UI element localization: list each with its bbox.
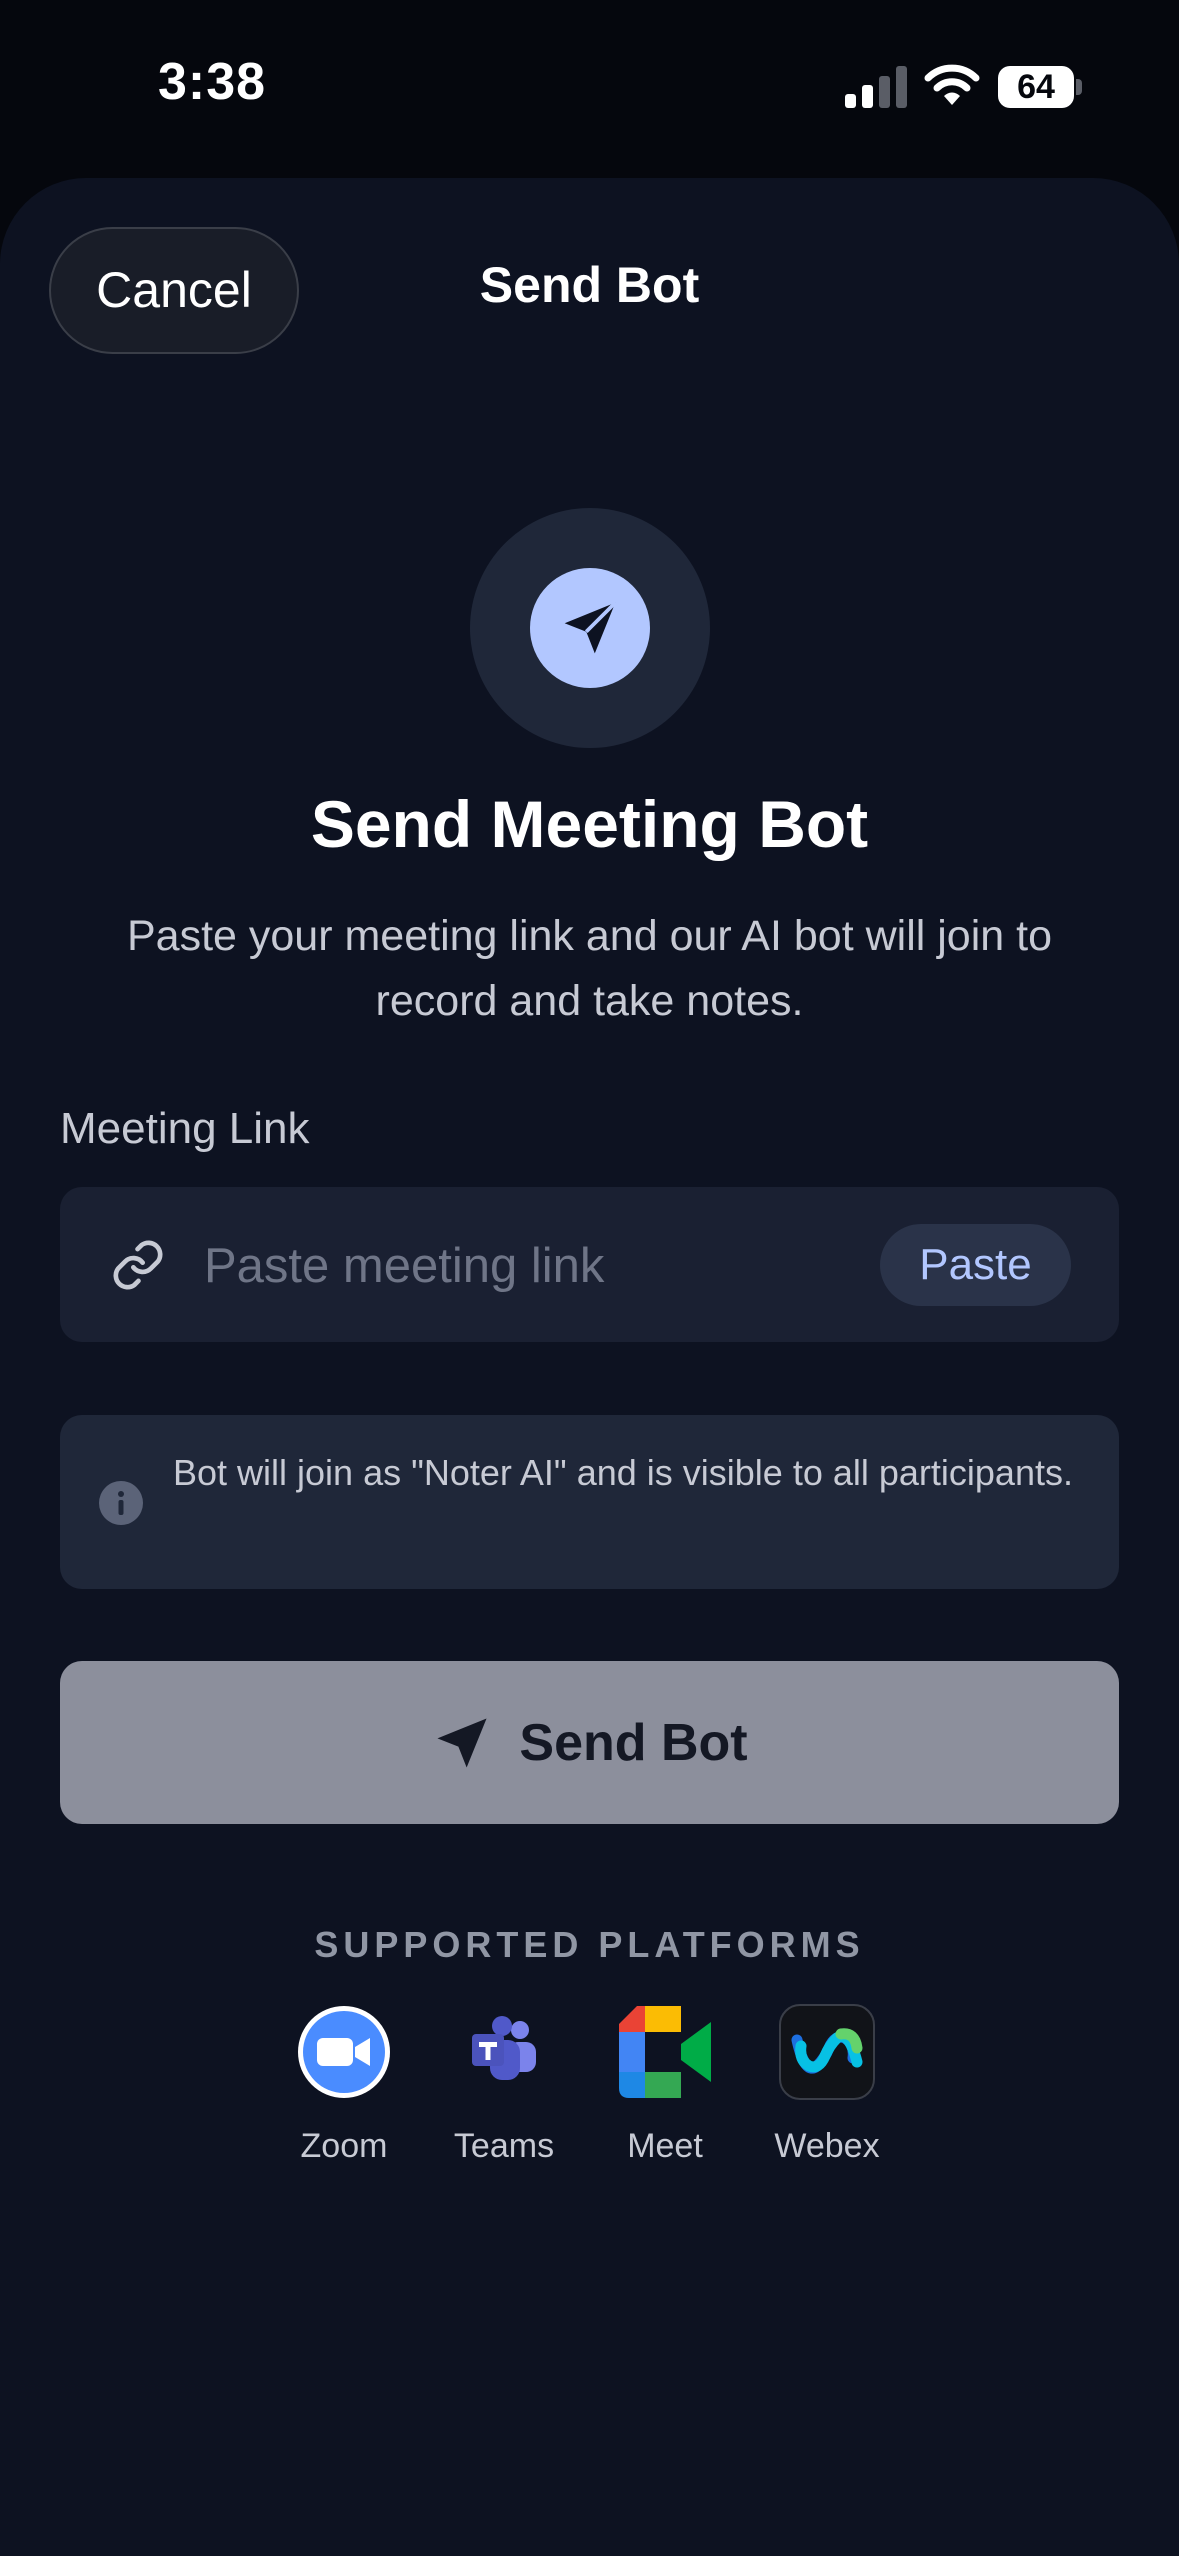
link-icon xyxy=(113,1240,163,1290)
teams-logo-icon xyxy=(472,2016,536,2080)
meeting-link-field[interactable]: Paste xyxy=(60,1187,1119,1342)
status-bar: 3:38 64 xyxy=(0,0,1179,170)
hero-icon-badge xyxy=(530,568,650,688)
info-notice: Bot will join as "Noter AI" and is visib… xyxy=(60,1415,1119,1589)
meeting-link-label: Meeting Link xyxy=(60,1104,310,1153)
cellular-signal-icon xyxy=(845,66,907,108)
meeting-link-input[interactable] xyxy=(202,1225,806,1307)
page-subtitle: Paste your meeting link and our AI bot w… xyxy=(126,912,1052,1025)
zoom-logo-icon xyxy=(298,2006,390,2098)
platform-label: Meet xyxy=(627,2127,703,2165)
info-icon xyxy=(99,1481,143,1525)
paper-plane-icon xyxy=(564,601,617,654)
platforms-title: SUPPORTED PLATFORMS xyxy=(314,1924,865,1965)
meet-logo-icon xyxy=(619,2006,711,2098)
platform-label: Teams xyxy=(453,2127,555,2165)
battery-level: 64 xyxy=(998,66,1074,108)
platform-label: Zoom xyxy=(300,2127,388,2165)
send-bot-label: Send Bot xyxy=(519,1713,748,1772)
paper-plane-icon xyxy=(437,1717,487,1768)
status-time: 3:38 xyxy=(158,53,267,111)
paste-button[interactable]: Paste xyxy=(880,1224,1071,1306)
hero-icon-circle xyxy=(470,508,710,748)
wifi-icon xyxy=(924,64,980,105)
webex-logo-icon xyxy=(779,2004,875,2100)
battery-cap xyxy=(1076,79,1082,95)
platform-label: Webex xyxy=(774,2127,880,2165)
battery-icon: 64 xyxy=(998,66,1082,108)
info-text: Bot will join as "Noter AI" and is visib… xyxy=(173,1452,1073,1493)
send-bot-button[interactable]: Send Bot xyxy=(60,1661,1119,1824)
nav-title: Send Bot xyxy=(479,257,700,313)
page-heading: Send Meeting Bot xyxy=(310,787,869,861)
